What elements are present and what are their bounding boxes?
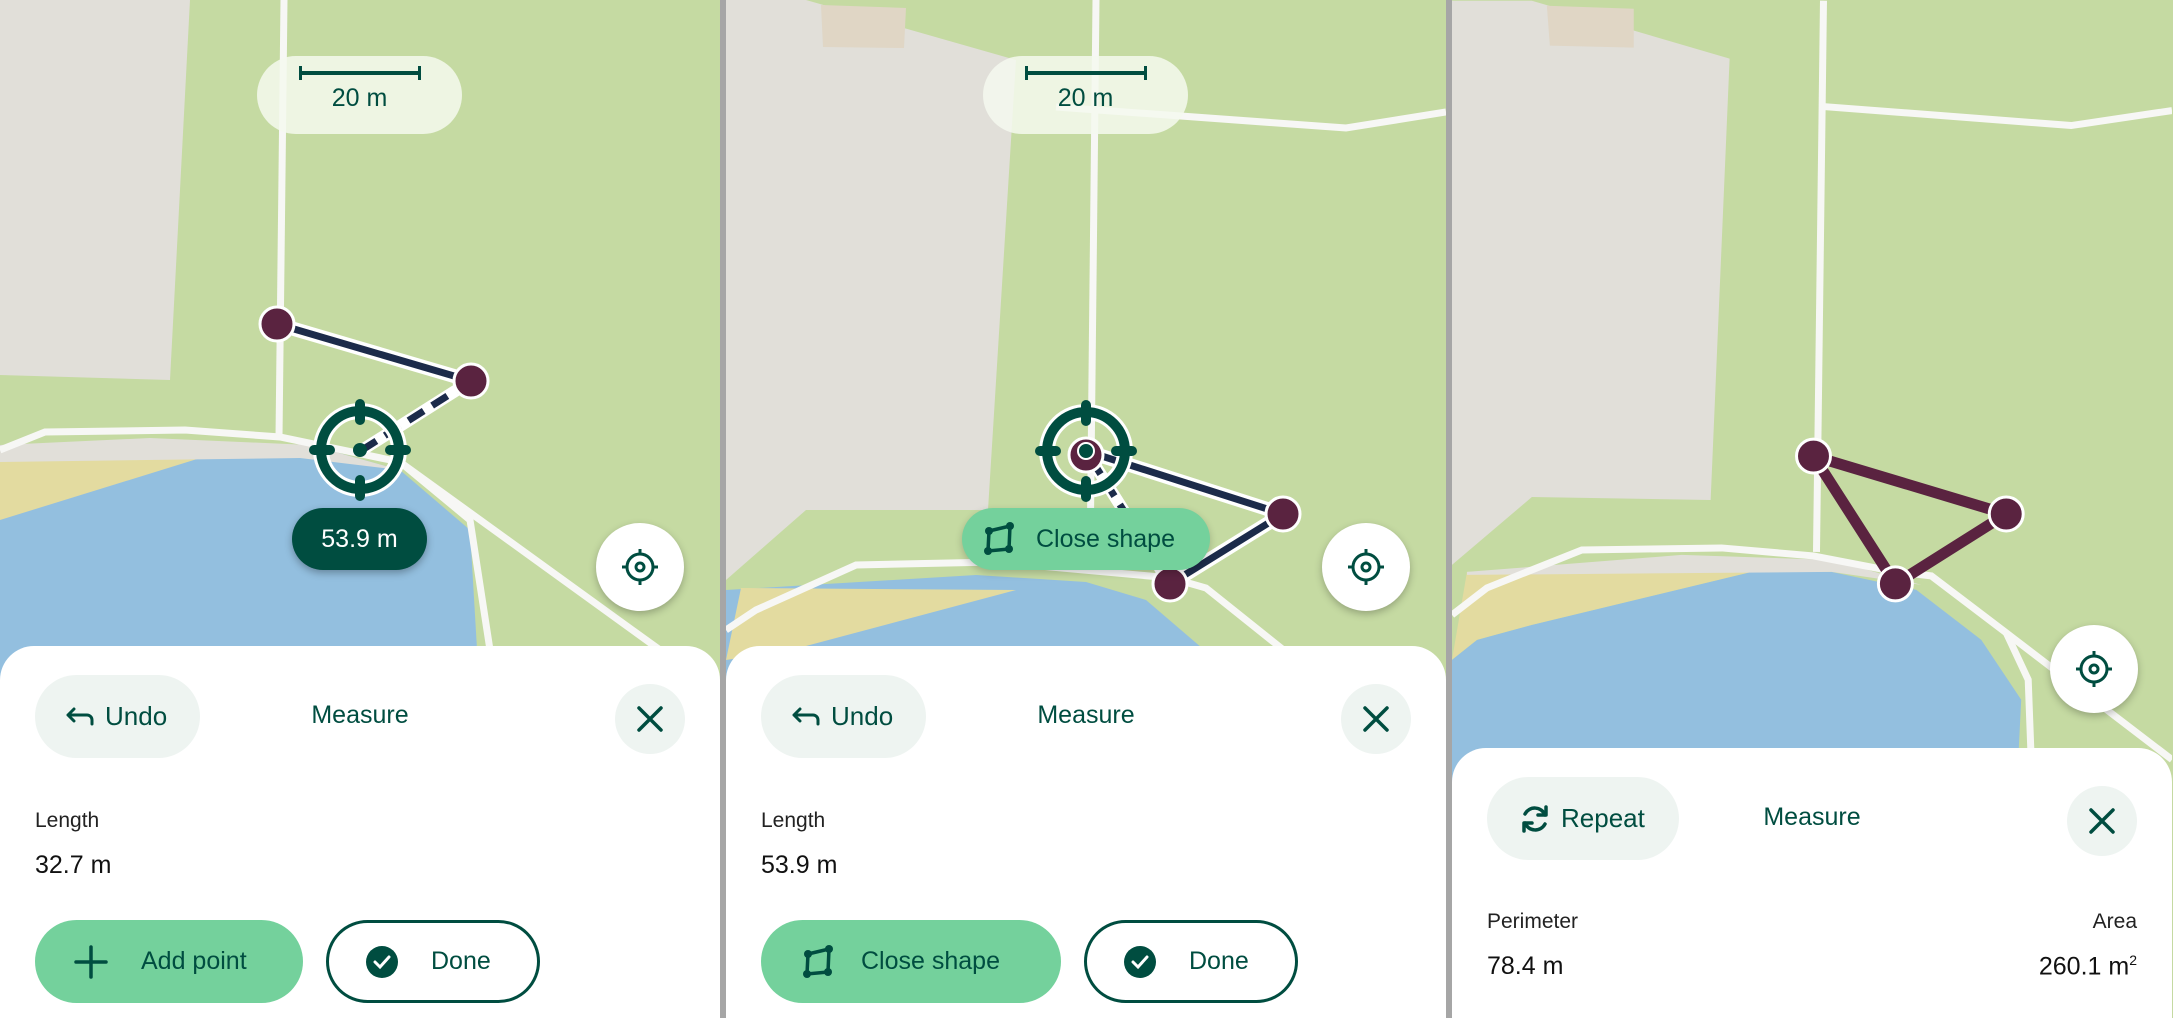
close-icon bbox=[2089, 808, 2115, 834]
building-annex bbox=[1546, 5, 1634, 48]
close-shape-label: Close shape bbox=[861, 947, 1000, 975]
screen-close-shape: 20 m Close shape Undo Measure Length 53.… bbox=[726, 0, 1446, 1018]
perimeter-label: Perimeter bbox=[1487, 910, 1579, 933]
perimeter-value: 78.4 m bbox=[1487, 952, 1564, 980]
recenter-button[interactable] bbox=[2050, 625, 2138, 713]
vertex-point[interactable] bbox=[1264, 495, 1302, 533]
done-label: Done bbox=[1189, 947, 1249, 975]
add-point-button[interactable]: Add point bbox=[35, 920, 303, 1003]
locate-icon bbox=[2076, 651, 2112, 687]
building-area bbox=[726, 0, 1016, 580]
close-icon bbox=[1363, 706, 1389, 732]
area-number: 260.1 m bbox=[2038, 952, 2130, 981]
scale-indicator: 20 m bbox=[257, 56, 462, 134]
close-button[interactable] bbox=[1341, 684, 1411, 754]
area-unit-superscript: 2 bbox=[2129, 952, 2137, 968]
plus-icon bbox=[74, 944, 108, 979]
close-shape-chip-label: Close shape bbox=[1036, 524, 1175, 553]
close-button[interactable] bbox=[2067, 786, 2137, 856]
length-label: Length bbox=[761, 809, 826, 832]
crosshair-icon bbox=[1035, 400, 1137, 502]
building-area bbox=[1452, 0, 1730, 565]
area-label: Area bbox=[2092, 910, 2137, 933]
close-shape-button[interactable]: Close shape bbox=[761, 920, 1061, 1003]
area-value: 260.1 m2 bbox=[2039, 952, 2137, 981]
measure-sheet: Repeat Measure Perimeter 78.4 m Area 260… bbox=[1452, 748, 2172, 1018]
check-circle-icon bbox=[1124, 945, 1156, 978]
length-value: 53.9 m bbox=[761, 851, 838, 879]
scale-bar bbox=[299, 66, 421, 80]
building-annex bbox=[821, 5, 906, 48]
scale-label: 20 m bbox=[1057, 84, 1114, 112]
scale-bar bbox=[1025, 66, 1147, 80]
screen-adding-points: 20 m 53.9 m Undo Measure Length 32.7 m A… bbox=[0, 0, 720, 1018]
building-area bbox=[0, 0, 190, 380]
vertex-point[interactable] bbox=[1876, 565, 1914, 603]
vertex-point[interactable] bbox=[1795, 437, 1832, 475]
close-shape-chip[interactable]: Close shape bbox=[962, 508, 1210, 570]
close-icon bbox=[637, 706, 663, 732]
done-label: Done bbox=[431, 947, 491, 975]
scale-indicator: 20 m bbox=[983, 56, 1188, 134]
sheet-title: Measure bbox=[1763, 803, 1861, 831]
sheet-title: Measure bbox=[311, 701, 409, 729]
locate-icon bbox=[622, 549, 658, 585]
vertex-point[interactable] bbox=[1151, 565, 1189, 603]
done-button[interactable]: Done bbox=[326, 920, 540, 1003]
check-circle-icon bbox=[366, 945, 398, 978]
measure-sheet: Undo Measure Length 53.9 m Close shape D… bbox=[726, 646, 1446, 1018]
vertex-point[interactable] bbox=[1987, 495, 2025, 533]
recenter-button[interactable] bbox=[1322, 523, 1410, 611]
locate-icon bbox=[1348, 549, 1384, 585]
crosshair-icon bbox=[309, 399, 411, 501]
close-button[interactable] bbox=[615, 684, 685, 754]
vertex-point[interactable] bbox=[452, 362, 490, 400]
done-button[interactable]: Done bbox=[1084, 920, 1298, 1003]
add-point-label: Add point bbox=[141, 947, 247, 975]
measure-sheet: Undo Measure Length 32.7 m Add point Don… bbox=[0, 646, 720, 1018]
scale-label: 20 m bbox=[331, 84, 388, 112]
polygon-icon bbox=[803, 944, 833, 978]
polygon-icon bbox=[984, 522, 1014, 555]
length-label: Length bbox=[35, 809, 100, 832]
vertex-point[interactable] bbox=[258, 305, 296, 343]
screen-shape-closed: Repeat Measure Perimeter 78.4 m Area 260… bbox=[1452, 0, 2173, 1018]
sheet-title: Measure bbox=[1037, 701, 1135, 729]
distance-tooltip: 53.9 m bbox=[292, 508, 427, 570]
measure-segment bbox=[276, 320, 472, 385]
recenter-button[interactable] bbox=[596, 523, 684, 611]
length-value: 32.7 m bbox=[35, 851, 112, 879]
